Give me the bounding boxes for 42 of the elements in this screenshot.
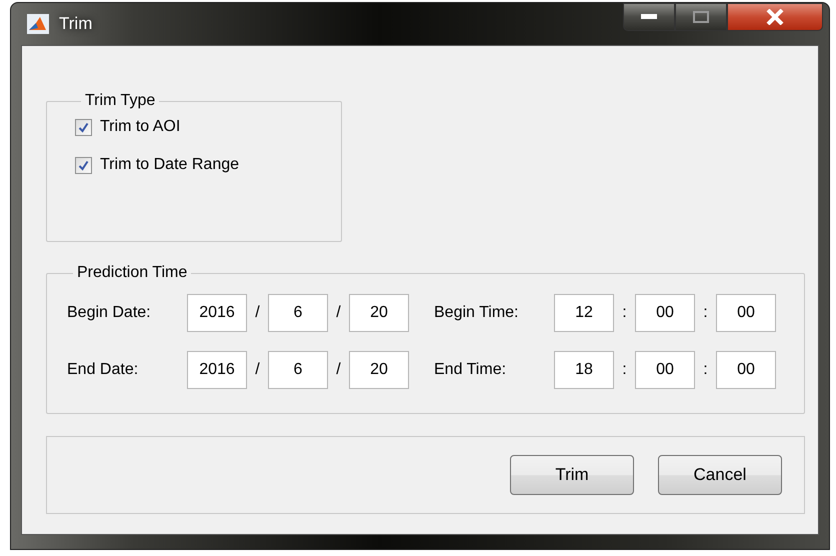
maximize-icon [693,11,709,23]
dialog-button[interactable]: Trim [510,455,634,495]
checkbox-label: Trim to Date Range [100,156,240,174]
group-title: Trim Type [84,92,156,110]
field-label: End Time: [434,361,508,379]
time-field[interactable]: 18 [554,351,614,389]
date-field[interactable]: 6 [268,351,328,389]
date-field[interactable]: 2016 [187,294,247,332]
checkbox-label: Trim to AOI [100,118,180,136]
close-button[interactable] [727,3,823,31]
group-title: Prediction Time [76,264,188,282]
checkmark-icon [78,160,89,170]
separator: : [621,304,628,322]
date-field[interactable]: 6 [268,294,328,332]
separator: / [254,304,261,322]
close-icon [766,9,784,25]
window-title: Trim [59,14,92,34]
time-field[interactable]: 00 [716,351,776,389]
time-field[interactable]: 00 [716,294,776,332]
checkbox[interactable] [75,118,92,136]
app-icon [27,14,49,34]
minimize-icon [641,14,657,20]
time-field[interactable]: 00 [635,351,695,389]
checkbox[interactable] [75,156,92,174]
date-field[interactable]: 2016 [187,351,247,389]
checkmark-icon [78,122,89,132]
separator: / [335,361,342,379]
field-label: Begin Date: [67,304,152,322]
date-field[interactable]: 20 [349,351,409,389]
minimize-button[interactable] [623,3,675,31]
date-field[interactable]: 20 [349,294,409,332]
separator: : [702,304,709,322]
separator: / [335,304,342,322]
field-label: Begin Time: [434,304,520,322]
time-field[interactable]: 00 [635,294,695,332]
separator: : [702,361,709,379]
dialog-button[interactable]: Cancel [658,455,782,495]
separator: / [254,361,261,379]
separator: : [621,361,628,379]
maximize-button[interactable] [675,3,727,31]
time-field[interactable]: 12 [554,294,614,332]
field-label: End Date: [67,361,140,379]
